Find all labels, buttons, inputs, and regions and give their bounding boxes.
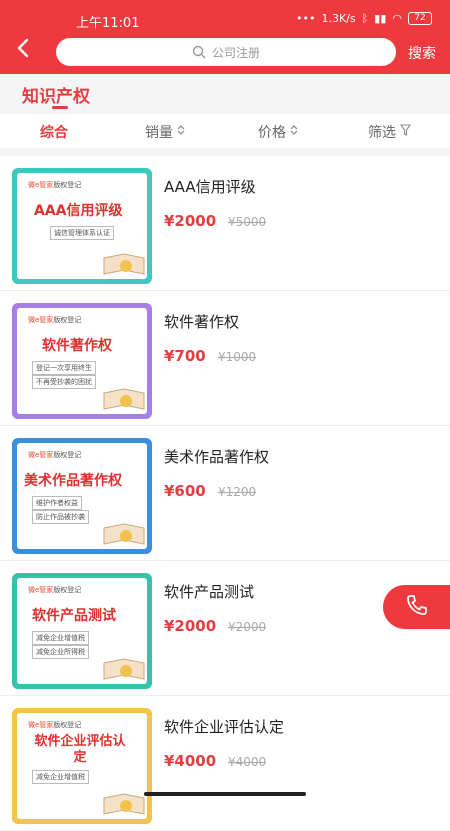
phone-call-button[interactable] (383, 585, 450, 629)
product-thumbnail: 微e管家版权登记 美术作品著作权 维护作者权益 防止作品被抄袭 (12, 438, 152, 554)
product-price: ¥700 (164, 347, 206, 365)
search-button[interactable]: 搜索 (408, 43, 436, 63)
thumb-line: 不再受抄袭的困扰 (32, 375, 96, 389)
battery-icon: 72 (408, 12, 432, 25)
sort-label: 综合 (40, 125, 68, 141)
phone-icon (405, 593, 429, 621)
product-price: ¥2000 (164, 212, 217, 230)
original-price: ¥1200 (218, 485, 257, 499)
thumb-tag: 微e管家版权登记 (28, 451, 82, 459)
filter-icon (399, 124, 412, 140)
product-name: 软件企业评估认定 (164, 718, 285, 736)
thumb-line: 维护作者权益 (32, 496, 82, 510)
thumb-tag: 微e管家版权登记 (28, 181, 82, 189)
thumb-title: 美术作品著作权 (24, 473, 122, 489)
book-illustration (103, 388, 145, 410)
thumb-line: 减免企业所得税 (32, 645, 89, 659)
product-price: ¥4000 (164, 752, 217, 770)
sort-label: 筛选 (368, 125, 396, 141)
product-item[interactable]: 微e管家版权登记 软件企业评估认定 减免企业增值税 软件企业评估认定 ¥4000… (0, 696, 450, 831)
sort-sales[interactable]: 销量 (145, 122, 185, 142)
thumb-tag: 微e管家版权登记 (28, 316, 82, 324)
original-price: ¥2000 (228, 620, 267, 634)
original-price: ¥5000 (228, 215, 267, 229)
thumb-title: 软件产品测试 (32, 608, 116, 624)
thumb-title: 软件著作权 (42, 338, 112, 354)
net-speed: 1.3K/s (321, 12, 356, 25)
product-price: ¥2000 (164, 617, 217, 635)
sort-arrows-icon (290, 124, 298, 140)
book-illustration (103, 253, 145, 275)
bluetooth-icon: ᛒ (361, 12, 369, 25)
wifi-icon: ◠ (392, 12, 402, 25)
thumb-tag: 微e管家版权登记 (28, 721, 82, 729)
status-time: 上午11:01 (76, 16, 140, 31)
top-header: 上午11:01 ••• 1.3K/s ᛒ ▮▮ ◠ 72 公司注册 搜索 (0, 0, 450, 74)
home-indicator (144, 792, 306, 796)
thumb-tag: 微e管家版权登记 (28, 586, 82, 594)
dots-icon: ••• (296, 12, 316, 25)
product-thumbnail: 微e管家版权登记 AAA信用评级 诚信管理体系认证 (12, 168, 152, 284)
product-item[interactable]: 微e管家版权登记 AAA信用评级 诚信管理体系认证 AAA信用评级 ¥2000 … (0, 156, 450, 291)
thumb-title: 软件企业评估认定 (34, 734, 126, 765)
product-thumbnail: 微e管家版权登记 软件著作权 登记一次享用终生 不再受抄袭的困扰 (12, 303, 152, 419)
thumb-line: 减免企业增值税 (32, 631, 89, 645)
signal-icon: ▮▮ (374, 12, 387, 25)
product-item[interactable]: 微e管家版权登记 软件产品测试 减免企业增值税 减免企业所得税 软件产品测试 ¥… (0, 561, 450, 696)
thumb-line: 减免企业增值税 (32, 770, 89, 784)
category-title: 知识产权 (22, 87, 90, 107)
status-indicators: ••• 1.3K/s ᛒ ▮▮ ◠ 72 (296, 12, 432, 25)
book-illustration (103, 658, 145, 680)
book-illustration (103, 523, 145, 545)
sort-arrows-icon (177, 124, 185, 140)
product-price: ¥600 (164, 482, 206, 500)
original-price: ¥1000 (218, 350, 257, 364)
product-name: 美术作品著作权 (164, 448, 270, 466)
chevron-left-icon[interactable] (16, 38, 40, 66)
thumb-line: 诚信管理体系认证 (50, 226, 114, 240)
category-underline (52, 106, 68, 109)
product-name: 软件著作权 (164, 313, 240, 331)
sort-comprehensive[interactable]: 综合 (40, 122, 68, 142)
product-thumbnail: 微e管家版权登记 软件企业评估认定 减免企业增值税 (12, 708, 152, 824)
search-placeholder: 公司注册 (211, 45, 260, 60)
thumb-title: AAA信用评级 (34, 203, 123, 219)
search-icon (192, 45, 206, 59)
thumb-line: 登记一次享用终生 (32, 361, 96, 375)
product-thumbnail: 微e管家版权登记 软件产品测试 减免企业增值税 减免企业所得税 (12, 573, 152, 689)
original-price: ¥4000 (228, 755, 267, 769)
sort-price[interactable]: 价格 (258, 122, 298, 142)
sort-filter[interactable]: 筛选 (368, 122, 412, 142)
sort-label: 销量 (145, 125, 173, 141)
status-bar: 上午11:01 ••• 1.3K/s ᛒ ▮▮ ◠ 72 (0, 0, 450, 36)
product-name: AAA信用评级 (164, 178, 256, 196)
product-name: 软件产品测试 (164, 583, 255, 601)
book-illustration (103, 793, 145, 815)
product-item[interactable]: 微e管家版权登记 美术作品著作权 维护作者权益 防止作品被抄袭 美术作品著作权 … (0, 426, 450, 561)
search-input[interactable]: 公司注册 (56, 38, 396, 66)
product-item[interactable]: 微e管家版权登记 软件著作权 登记一次享用终生 不再受抄袭的困扰 软件著作权 ¥… (0, 291, 450, 426)
sort-label: 价格 (258, 125, 286, 141)
thumb-line: 防止作品被抄袭 (32, 510, 89, 524)
sort-bar: 综合 销量 价格 筛选 (0, 114, 450, 148)
